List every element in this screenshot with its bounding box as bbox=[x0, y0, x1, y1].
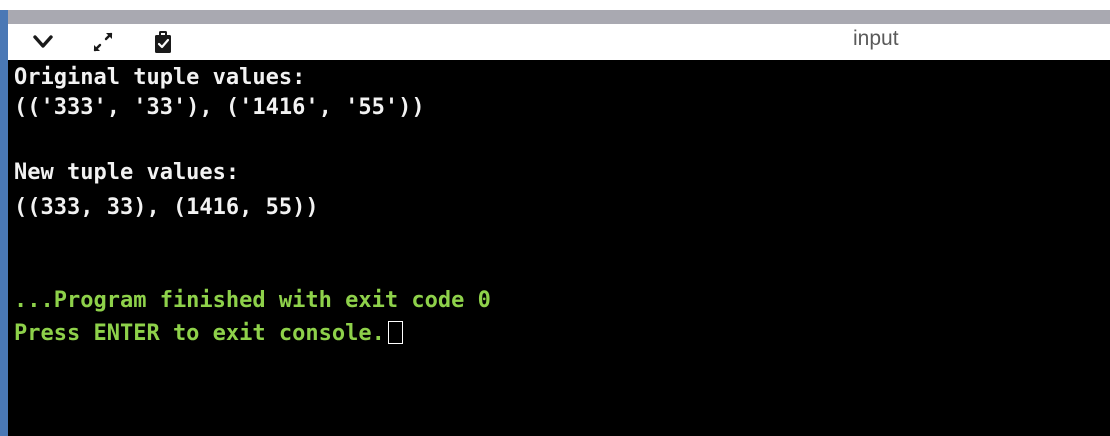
output-line: New tuple values: bbox=[14, 160, 240, 185]
left-accent-bar bbox=[0, 10, 8, 436]
console-toolbar: input bbox=[8, 24, 1110, 60]
clipboard-copy-icon[interactable] bbox=[148, 28, 178, 56]
console-output[interactable]: Original tuple values: (('333', '33'), (… bbox=[8, 60, 1110, 436]
output-line: (('333', '33'), ('1416', '55')) bbox=[14, 95, 425, 120]
exit-status-line: ...Program finished with exit code 0 bbox=[14, 288, 491, 313]
expand-icon[interactable] bbox=[88, 28, 118, 56]
panel-divider[interactable] bbox=[8, 10, 1110, 24]
exit-prompt-text: Press ENTER to exit console. bbox=[14, 321, 385, 346]
chevron-down-icon[interactable] bbox=[28, 28, 58, 56]
top-strip bbox=[0, 0, 1110, 10]
exit-prompt-line: Press ENTER to exit console. bbox=[14, 319, 403, 349]
console-window: input Original tuple values: (('333', '3… bbox=[0, 0, 1110, 436]
output-line: ((333, 33), (1416, 55)) bbox=[14, 195, 319, 220]
console-title: input bbox=[853, 27, 899, 50]
text-cursor[interactable] bbox=[387, 321, 403, 344]
output-line: Original tuple values: bbox=[14, 65, 306, 90]
